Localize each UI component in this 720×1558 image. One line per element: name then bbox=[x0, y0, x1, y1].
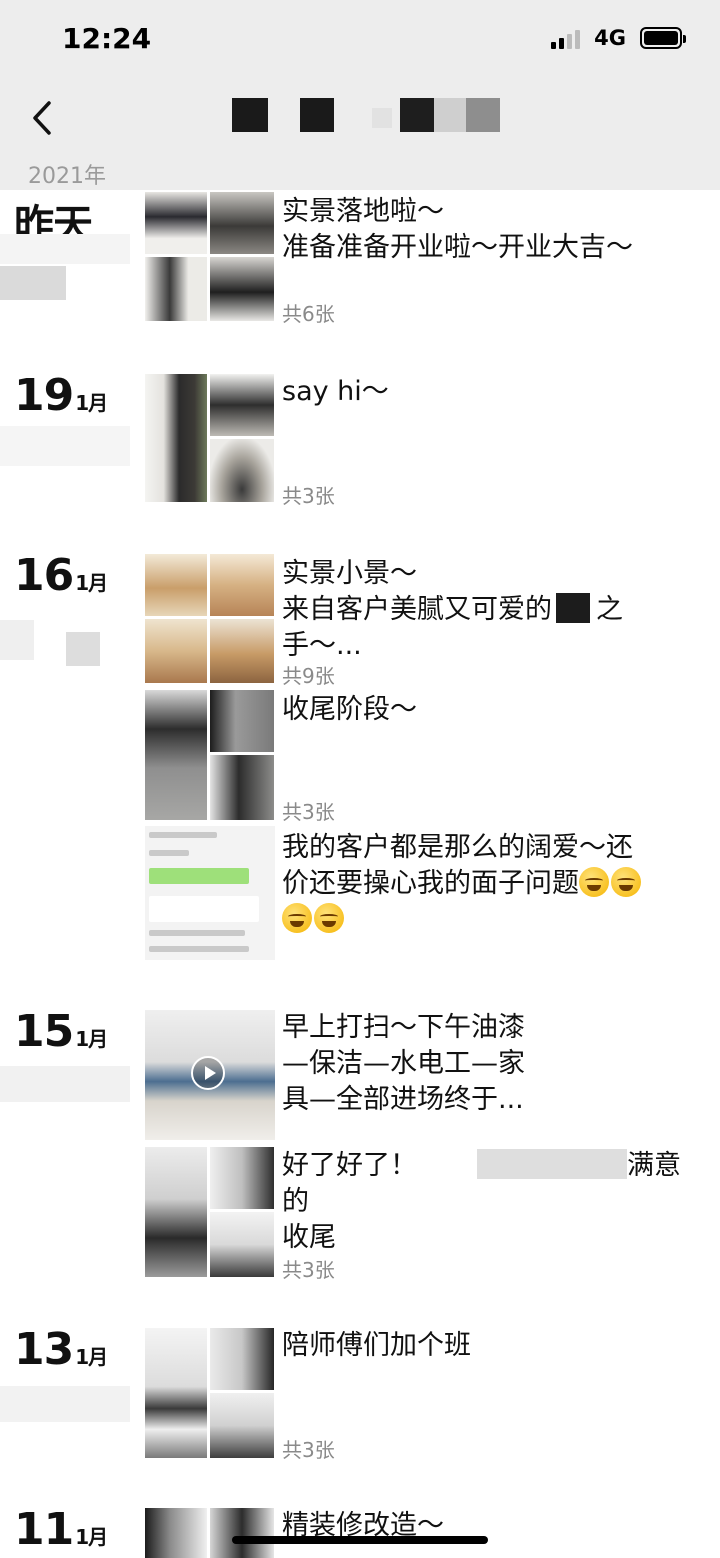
blurred-text bbox=[477, 1149, 627, 1179]
back-button[interactable] bbox=[22, 96, 62, 140]
photo-thumbnail[interactable] bbox=[210, 1508, 274, 1558]
date-day: 11 1月 bbox=[14, 1504, 108, 1555]
date-month: 1月 bbox=[75, 1345, 108, 1369]
blurred-area bbox=[66, 632, 100, 666]
home-indicator[interactable] bbox=[232, 1536, 488, 1544]
photo-thumbnail[interactable] bbox=[145, 1328, 207, 1458]
date-month: 1月 bbox=[75, 1027, 108, 1051]
photo-thumbnail[interactable] bbox=[210, 439, 274, 502]
photo-count: 共9张 bbox=[282, 664, 335, 688]
photo-count: 共3张 bbox=[282, 1258, 335, 1282]
post-text[interactable]: say hi～ bbox=[282, 374, 692, 410]
blurred-text bbox=[556, 593, 590, 623]
year-label: 2021年 bbox=[28, 164, 106, 189]
status-time: 12:24 bbox=[62, 22, 152, 55]
chat-screenshot-thumbnail[interactable] bbox=[145, 826, 275, 960]
date-day: 15 1月 bbox=[14, 1006, 108, 1057]
photo-count: 共3张 bbox=[282, 800, 335, 824]
blurred-area bbox=[0, 1386, 130, 1422]
crying-laughing-emoji-icon bbox=[314, 903, 344, 933]
post-text[interactable]: 好了好了！ 满意的 收尾 bbox=[282, 1148, 692, 1256]
post-text[interactable]: 早上打扫～下午油漆 —保洁—水电工—家 具—全部进场终于... bbox=[282, 1010, 692, 1118]
nav-title bbox=[232, 98, 502, 132]
date-month: 1月 bbox=[75, 571, 108, 595]
photo-count: 共6张 bbox=[282, 302, 335, 326]
video-thumbnail[interactable] bbox=[145, 1010, 275, 1140]
nav-bar bbox=[0, 80, 720, 156]
photo-thumbnail[interactable] bbox=[210, 374, 274, 436]
photo-thumbnail[interactable] bbox=[145, 1147, 207, 1277]
blurred-area bbox=[0, 266, 66, 300]
photo-thumbnail[interactable] bbox=[145, 374, 207, 502]
photo-thumbnail[interactable] bbox=[210, 619, 274, 683]
date-month: 1月 bbox=[75, 391, 108, 415]
photo-thumbnail[interactable] bbox=[210, 192, 274, 254]
crying-laughing-emoji-icon bbox=[579, 867, 609, 897]
year-section-header: 2021年 bbox=[0, 156, 720, 190]
date-day: 16 1月 bbox=[14, 550, 108, 601]
blurred-area bbox=[0, 1066, 130, 1102]
blurred-area bbox=[0, 620, 34, 660]
photo-thumbnail[interactable] bbox=[210, 554, 274, 616]
post-text[interactable]: 实景落地啦～ 准备准备开业啦～开业大吉～ bbox=[282, 194, 692, 266]
crying-laughing-emoji-icon bbox=[282, 903, 312, 933]
date-day: 19 1月 bbox=[14, 370, 108, 421]
post-text[interactable]: 实景小景～ 来自客户美腻又可爱的之 手～... bbox=[282, 556, 692, 664]
photo-thumbnail[interactable] bbox=[145, 1508, 207, 1558]
signal-icon bbox=[551, 27, 581, 49]
photo-thumbnail[interactable] bbox=[145, 257, 207, 321]
status-icons: 4G bbox=[551, 26, 686, 50]
network-label: 4G bbox=[594, 26, 626, 50]
photo-thumbnail[interactable] bbox=[145, 619, 207, 683]
photo-thumbnail[interactable] bbox=[145, 554, 207, 616]
photo-thumbnail[interactable] bbox=[210, 257, 274, 321]
photo-count: 共3张 bbox=[282, 484, 335, 508]
photo-thumbnail[interactable] bbox=[210, 755, 274, 820]
photo-thumbnail[interactable] bbox=[145, 192, 207, 254]
photo-thumbnail[interactable] bbox=[210, 1212, 274, 1277]
battery-icon bbox=[640, 27, 686, 49]
chevron-left-icon bbox=[33, 101, 51, 135]
status-bar: 12:24 4G bbox=[0, 0, 720, 80]
play-icon[interactable] bbox=[191, 1056, 225, 1090]
crying-laughing-emoji-icon bbox=[611, 867, 641, 897]
date-month: 1月 bbox=[75, 1525, 108, 1549]
photo-thumbnail[interactable] bbox=[210, 1147, 274, 1209]
photo-thumbnail[interactable] bbox=[210, 1393, 274, 1458]
photo-thumbnail[interactable] bbox=[210, 690, 274, 752]
photo-thumbnail[interactable] bbox=[210, 1328, 274, 1390]
photo-thumbnail[interactable] bbox=[145, 690, 207, 820]
post-text[interactable]: 陪师傅们加个班 bbox=[282, 1328, 692, 1364]
blurred-area bbox=[0, 234, 130, 264]
blurred-area bbox=[0, 426, 130, 466]
photo-count: 共3张 bbox=[282, 1438, 335, 1462]
date-day: 13 1月 bbox=[14, 1324, 108, 1375]
moments-feed[interactable]: 昨天 实景落地啦～ 准备准备开业啦～开业大吉～ 共6张 19 1月 say hi～… bbox=[0, 190, 720, 1558]
post-text[interactable]: 我的客户都是那么的阔爱～还 价还要操心我的面子问题 bbox=[282, 830, 692, 938]
post-text[interactable]: 收尾阶段～ bbox=[282, 692, 692, 728]
